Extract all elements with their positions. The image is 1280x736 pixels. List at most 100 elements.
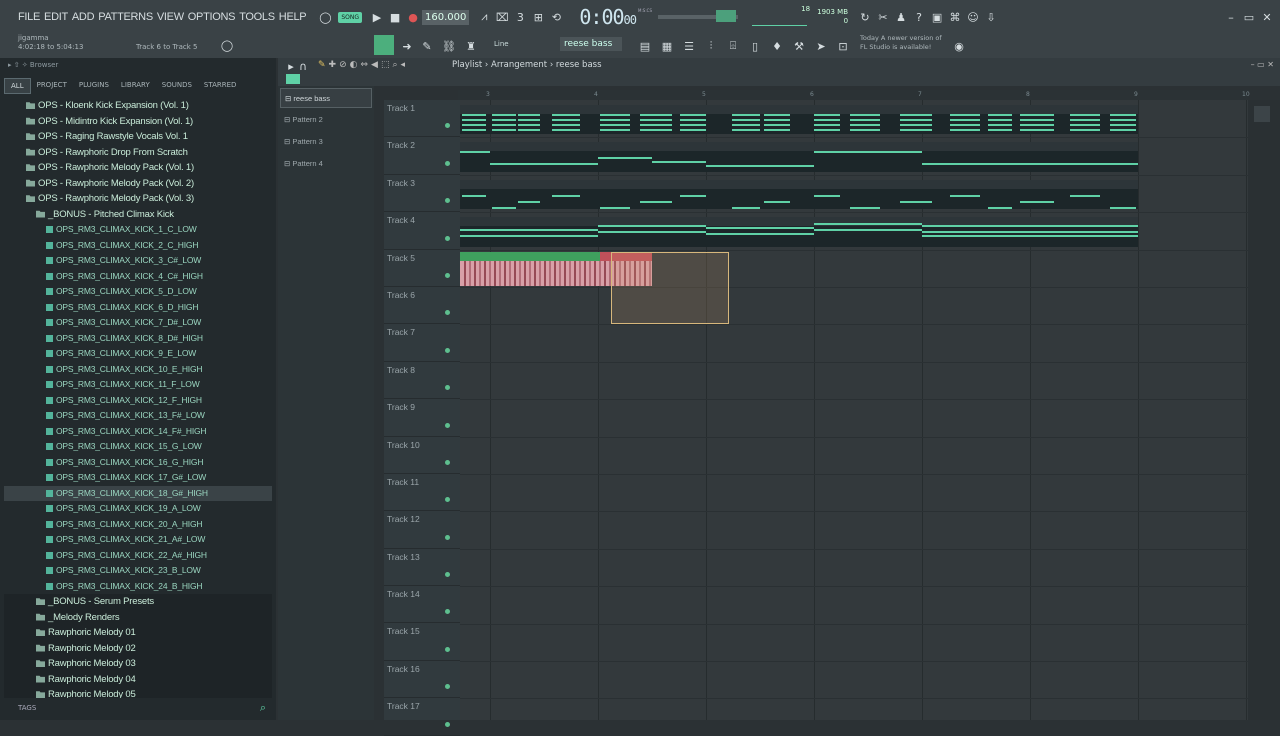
track-header[interactable]: Track 12 [384, 511, 460, 549]
pattern-item[interactable]: ⊟ Pattern 4 [280, 154, 372, 174]
menu-edit[interactable]: EDIT [42, 11, 70, 23]
track-mute-led[interactable] [445, 534, 450, 540]
timeline-ruler[interactable]: 3 4 5 6 7 8 9 10 [458, 90, 1250, 100]
browser-file[interactable]: OPS_RM3_CLIMAX_KICK_24_B_HIGH [4, 579, 272, 595]
menu-view[interactable]: VIEW [155, 11, 186, 23]
mixer-icon[interactable]: ⫶ [702, 37, 720, 55]
pattern-item[interactable]: ⊟ reese bass [280, 88, 372, 108]
magnet-icon[interactable]: ∩ [294, 57, 312, 75]
browser-folder[interactable]: _BONUS - Serum Presets [4, 594, 272, 610]
snap-toggle[interactable] [374, 35, 394, 55]
track-header[interactable]: Track 9 [384, 399, 460, 437]
track-header[interactable]: Track 4 [384, 212, 460, 250]
track-header[interactable]: Track 13 [384, 549, 460, 587]
browser-file[interactable]: OPS_RM3_CLIMAX_KICK_19_A_LOW [4, 501, 272, 517]
undo-icon[interactable]: ↻ [856, 8, 874, 26]
menu-file[interactable]: FILE [16, 11, 42, 23]
browser-folder[interactable]: OPS - Rawphoric Melody Pack (Vol. 1) [4, 160, 272, 176]
track-mute-led[interactable] [445, 646, 450, 652]
metronome-icon[interactable]: ⩘ [475, 8, 493, 26]
browser-file[interactable]: OPS_RM3_CLIMAX_KICK_4_C#_HIGH [4, 269, 272, 285]
browser-folder[interactable]: _BONUS - Pitched Climax Kick [4, 207, 272, 223]
playlist-grid[interactable]: ⊟ Pattern 2 ⊟ reese bass ⊟ Pattern 3 ⊟ Patt… [460, 100, 1248, 720]
browser-tab-plugins[interactable]: PLUGINS [73, 78, 115, 94]
download-icon[interactable]: ⇩ [982, 8, 1000, 26]
stop-icon[interactable]: ■ [386, 8, 404, 26]
browser-tab-all[interactable]: ALL [4, 78, 31, 94]
browser-folder[interactable]: OPS - Rawphoric Melody Pack (Vol. 3) [4, 191, 272, 207]
track-header[interactable]: Track 8 [384, 362, 460, 400]
track-header[interactable]: Track 10 [384, 437, 460, 474]
tags-label[interactable]: TAGS [18, 704, 36, 712]
browser-file[interactable]: OPS_RM3_CLIMAX_KICK_11_F_LOW [4, 377, 272, 393]
track-header[interactable]: Track 6 [384, 287, 460, 325]
plugin-picker-icon[interactable]: ⌹ [724, 37, 742, 55]
browser-folder[interactable]: OPS - Midintro Kick Expansion (Vol. 1) [4, 114, 272, 130]
browser-file[interactable]: OPS_RM3_CLIMAX_KICK_18_G#_HIGH [4, 485, 272, 501]
browser-folder[interactable]: Rawphoric Melody 03 [4, 656, 272, 672]
track-mute-led[interactable] [445, 123, 450, 129]
close-icon[interactable]: ✕ [1258, 8, 1276, 26]
globe-icon[interactable]: ◉ [950, 37, 968, 55]
browser-file[interactable]: OPS_RM3_CLIMAX_KICK_21_A#_LOW [4, 532, 272, 548]
blend-icon[interactable]: ⊞ [529, 8, 547, 26]
menu-tools[interactable]: TOOLS [237, 11, 277, 23]
track-mute-led[interactable] [445, 422, 450, 428]
track-header[interactable]: Track 15 [384, 623, 460, 661]
browser-file[interactable]: OPS_RM3_CLIMAX_KICK_15_G_LOW [4, 439, 272, 455]
track-mute-led[interactable] [445, 385, 450, 391]
browser-tab-project[interactable]: PROJECT [31, 78, 73, 94]
browser-file[interactable]: OPS_RM3_CLIMAX_KICK_9_E_LOW [4, 346, 272, 362]
track-header[interactable]: Track 16 [384, 661, 460, 699]
track-mute-led[interactable] [445, 572, 450, 578]
browser-file[interactable]: OPS_RM3_CLIMAX_KICK_20_A_HIGH [4, 517, 272, 533]
playlist-icon[interactable]: ▤ [636, 37, 654, 55]
playlist-tools[interactable]: ✎✚⊘◐⇔◀⬚⌕◂ [318, 60, 408, 70]
countdown-icon[interactable]: 3 [511, 8, 529, 26]
search-icon[interactable]: ⌕ [254, 699, 272, 717]
window-controls[interactable]: – ▭ ✕ [1251, 60, 1274, 69]
browser-file[interactable]: OPS_RM3_CLIMAX_KICK_13_F#_LOW [4, 408, 272, 424]
track-mute-led[interactable] [445, 684, 450, 690]
mic-icon[interactable]: ♟ [892, 8, 910, 26]
browser-tab-sounds[interactable]: SOUNDS [156, 78, 198, 94]
help-icon[interactable]: ? [910, 8, 928, 26]
touch-keyboard-icon[interactable]: ⚒ [790, 37, 808, 55]
track-mute-led[interactable] [445, 160, 450, 166]
browser-folder[interactable]: OPS - Rawphoric Melody Pack (Vol. 2) [4, 176, 272, 192]
browser-folder[interactable]: _Melody Renders [4, 609, 272, 625]
browser-tab-library[interactable]: LIBRARY [115, 78, 156, 94]
pencil-icon[interactable]: ✎ [418, 37, 436, 55]
track-mute-led[interactable] [445, 459, 450, 465]
browser-folder[interactable]: Rawphoric Melody 02 [4, 640, 272, 656]
track-header[interactable]: Track 7 [384, 324, 460, 362]
save-icon[interactable]: ▣ [928, 8, 946, 26]
maximize-icon[interactable]: ▭ [1240, 8, 1258, 26]
browser-folder[interactable]: Rawphoric Melody 05 [4, 687, 272, 698]
track-header[interactable]: Track 11 [384, 474, 460, 512]
channel-rack-icon[interactable]: ☰ [680, 37, 698, 55]
link-icon[interactable]: ⛓ [440, 37, 458, 55]
play-icon[interactable]: ▶ [368, 8, 386, 26]
cut-icon[interactable]: ✂ [874, 8, 892, 26]
pattern-item[interactable]: ⊟ Pattern 3 [280, 132, 372, 152]
browser-file[interactable]: OPS_RM3_CLIMAX_KICK_8_D#_HIGH [4, 331, 272, 347]
browser-file[interactable]: OPS_RM3_CLIMAX_KICK_16_G_HIGH [4, 455, 272, 471]
stamp-icon[interactable]: ♜ [462, 37, 480, 55]
news-panel[interactable]: Today A newer version of FL Studio is ava… [860, 34, 942, 52]
browser-file[interactable]: OPS_RM3_CLIMAX_KICK_5_D_LOW [4, 284, 272, 300]
track-header[interactable]: Track 3 [384, 175, 460, 213]
browser-folder[interactable]: Rawphoric Melody 04 [4, 671, 272, 687]
piano-roll-icon[interactable]: ▦ [658, 37, 676, 55]
pitch-knob-icon[interactable]: ◯ [218, 36, 236, 54]
record-icon[interactable]: ● [404, 8, 422, 26]
chat-icon[interactable]: ☺ [964, 8, 982, 26]
track-header[interactable]: Track 17 [384, 698, 460, 736]
track-mute-led[interactable] [445, 310, 450, 316]
cart-icon[interactable]: ⊡ [834, 37, 852, 55]
menu-patterns[interactable]: PATTERNS [96, 11, 155, 23]
browser-file[interactable]: OPS_RM3_CLIMAX_KICK_2_C_HIGH [4, 238, 272, 254]
loop-record-icon[interactable]: ⟲ [547, 8, 565, 26]
media-icon[interactable]: ➤ [812, 37, 830, 55]
track-header[interactable]: Track 5 [384, 250, 460, 287]
